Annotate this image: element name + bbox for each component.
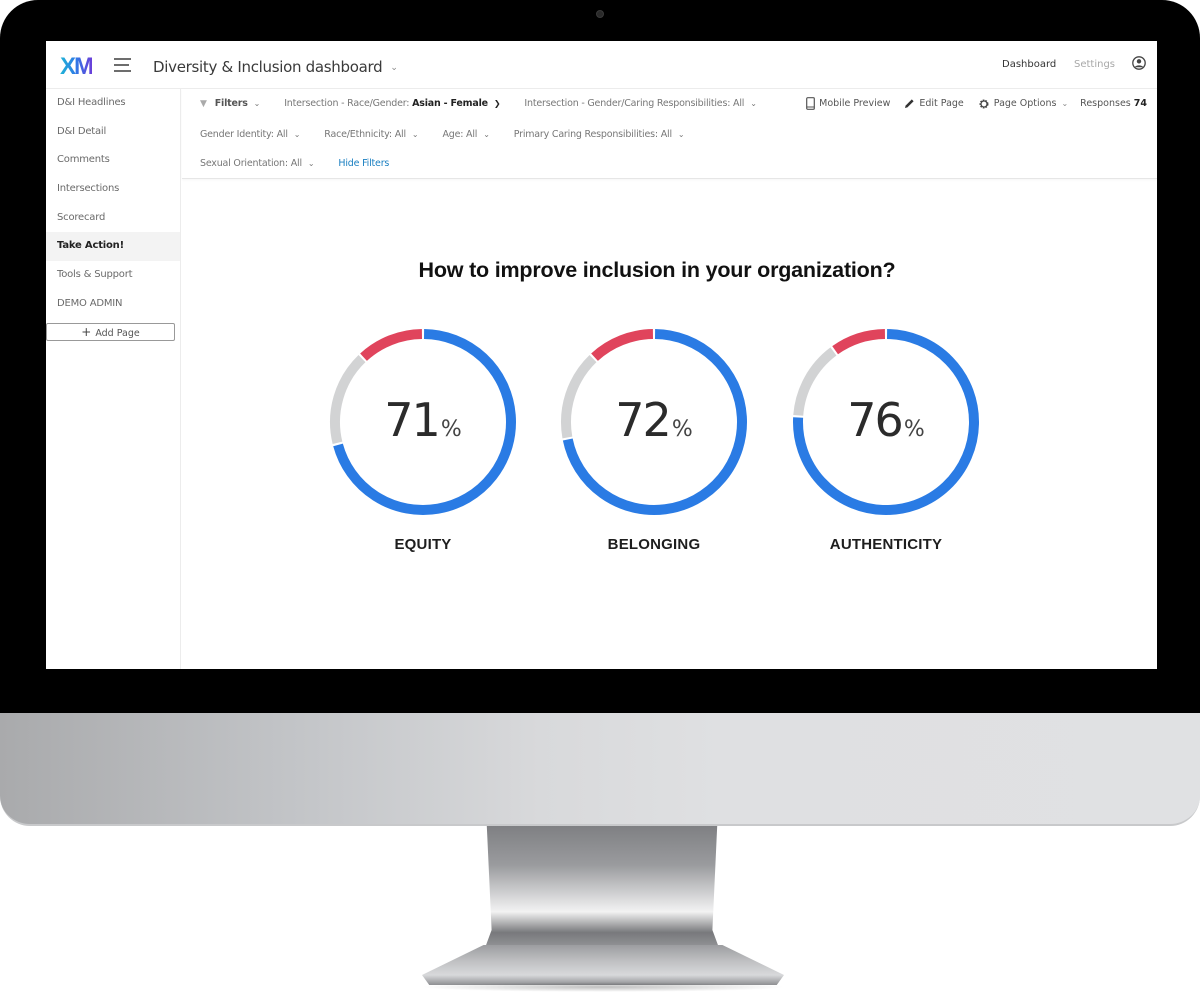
filter-value: Asian - Female — [412, 98, 488, 109]
chevron-down-icon: ⌄ — [253, 99, 261, 108]
filter-primary-caring[interactable]: Primary Caring Responsibilities: All ⌄ — [514, 129, 685, 140]
sidebar-item[interactable]: D&I Headlines — [46, 89, 180, 118]
monitor-chin — [0, 713, 1200, 826]
stand-shadow — [420, 982, 786, 992]
pencil-icon — [905, 99, 914, 108]
hide-filters-link[interactable]: Hide Filters — [338, 158, 389, 169]
filter-sexual-orientation[interactable]: Sexual Orientation: All ⌄ — [200, 158, 315, 169]
filter-value: All — [733, 98, 745, 109]
filter-value: All — [276, 129, 288, 140]
sidebar-item[interactable]: DEMO ADMIN — [46, 290, 180, 319]
mobile-preview-button[interactable]: Mobile Preview — [806, 97, 890, 110]
menu-icon[interactable] — [114, 58, 131, 72]
gauge-value: 71% — [328, 393, 518, 447]
chevron-down-icon: ⌄ — [307, 159, 315, 168]
donut-gauge-equity[interactable]: 71% EQUITY — [328, 327, 518, 553]
filter-label: Age: — [442, 129, 464, 140]
page-headline: How to improve inclusion in your organiz… — [418, 258, 896, 282]
monitor-foot — [422, 945, 784, 985]
sidebar-item[interactable]: Intersections — [46, 175, 180, 204]
donut-segment-unfavorable[interactable] — [591, 329, 654, 361]
filter-label: Race/Ethnicity: — [324, 129, 392, 140]
nav-dashboard[interactable]: Dashboard — [1002, 59, 1056, 70]
page-options-label: Page Options — [993, 98, 1057, 109]
add-page-label: Add Page — [95, 327, 140, 339]
sidebar-item[interactable]: D&I Detail — [46, 118, 180, 147]
plus-icon: + — [81, 324, 92, 339]
user-account-icon[interactable] — [1132, 56, 1146, 70]
gear-icon — [979, 99, 989, 108]
filter-value: All — [394, 129, 406, 140]
app-screen: XM Diversity & Inclusion dashboard ⌄ Dash… — [46, 41, 1157, 669]
donut-segment-unfavorable[interactable] — [832, 329, 886, 355]
gauge-label: AUTHENTICITY — [829, 536, 943, 553]
donut-gauge-belonging[interactable]: 72% BELONGING — [559, 327, 749, 553]
responses-count: Responses 74 — [1080, 98, 1147, 109]
top-bar: XM Diversity & Inclusion dashboard ⌄ Dash… — [46, 41, 1157, 89]
sidebar-list: D&I Headlines D&I Detail Comments Intersect… — [46, 89, 180, 319]
percent-sign: % — [671, 417, 693, 442]
gauge-label: EQUITY — [394, 536, 452, 553]
filter-value: All — [660, 129, 672, 140]
gauge-number: 76 — [847, 393, 904, 447]
sidebar-item[interactable]: Take Action! — [46, 232, 180, 262]
filter-value: All — [290, 158, 302, 169]
funnel-icon: ▼ — [200, 99, 207, 109]
mobile-phone-icon — [806, 97, 816, 110]
filter-row-3: Sexual Orientation: All ⌄ Hide Filters — [200, 158, 413, 169]
donut-segment-unfavorable[interactable] — [360, 329, 423, 361]
sidebar: D&I Headlines D&I Detail Comments Intersect… — [46, 89, 181, 669]
filters-toggle[interactable]: ▼ Filters ⌄ — [200, 98, 260, 109]
responses-value: 74 — [1133, 98, 1147, 109]
dashboard-selector[interactable]: Diversity & Inclusion dashboard ⌄ — [153, 58, 398, 76]
sidebar-item[interactable]: Tools & Support — [46, 261, 180, 290]
filter-label: Sexual Orientation: — [200, 158, 288, 169]
filter-label: Intersection - Race/Gender: — [284, 98, 410, 109]
percent-sign: % — [440, 417, 462, 442]
add-page-button[interactable]: + Add Page — [46, 322, 175, 341]
filter-row-2: Gender Identity: All ⌄ Race/Ethnicity: Al… — [200, 129, 708, 140]
filters-label: Filters — [214, 98, 248, 109]
chevron-down-icon: ⌄ — [750, 99, 757, 108]
sidebar-item[interactable]: Scorecard — [46, 204, 180, 233]
chevron-down-icon: ⌄ — [483, 130, 490, 139]
gauge-number: 71 — [384, 393, 441, 447]
filter-label: Gender Identity: — [200, 129, 274, 140]
page-options-button[interactable]: Page Options ⌄ — [978, 98, 1068, 110]
percent-sign: % — [903, 417, 925, 442]
camera-icon — [596, 10, 604, 18]
chevron-down-icon: ⌄ — [677, 130, 685, 139]
monitor-stand — [482, 826, 722, 956]
gauge-value: 72% — [559, 393, 749, 447]
filter-row-1: ▼ Filters ⌄ Intersection - Race/Gender: As… — [200, 98, 781, 109]
filter-label: Intersection - Gender/Caring Responsibil… — [524, 98, 731, 109]
main-content: How to improve inclusion in your organiz… — [182, 180, 1157, 669]
filter-gender-identity[interactable]: Gender Identity: All ⌄ — [200, 129, 300, 140]
nav-settings[interactable]: Settings — [1074, 59, 1115, 70]
page-actions: Mobile Preview Edit Page Page Options ⌄ R… — [792, 97, 1147, 110]
gauge-label: BELONGING — [607, 536, 701, 553]
chevron-down-icon: ⌄ — [411, 130, 419, 139]
chevron-down-icon: ⌄ — [390, 63, 398, 73]
filter-label: Primary Caring Responsibilities: — [513, 129, 658, 140]
gauge-value: 76% — [791, 393, 981, 447]
chevron-down-icon: ⌄ — [1061, 99, 1069, 108]
chevron-down-icon: ❯ — [493, 99, 501, 108]
gauge-number: 72 — [615, 393, 672, 447]
filter-value: All — [466, 129, 478, 140]
xm-logo[interactable]: XM — [60, 53, 94, 81]
edit-page-button[interactable]: Edit Page — [904, 98, 964, 109]
donut-gauge-authenticity[interactable]: 76% AUTHENTICITY — [791, 327, 981, 553]
filter-gender-caring[interactable]: Intersection - Gender/Caring Responsibil… — [524, 98, 757, 109]
filter-bar: ▼ Filters ⌄ Intersection - Race/Gender: As… — [182, 89, 1157, 179]
responses-label: Responses — [1080, 98, 1131, 109]
filter-race-ethnicity[interactable]: Race/Ethnicity: All ⌄ — [324, 129, 418, 140]
dashboard-title: Diversity & Inclusion dashboard — [153, 58, 383, 76]
filter-race-gender[interactable]: Intersection - Race/Gender: Asian - Fema… — [284, 98, 500, 109]
filter-age[interactable]: Age: All ⌄ — [442, 129, 489, 140]
chevron-down-icon: ⌄ — [293, 130, 301, 139]
sidebar-item[interactable]: Comments — [46, 146, 180, 175]
edit-page-label: Edit Page — [919, 98, 964, 109]
mobile-preview-label: Mobile Preview — [819, 98, 891, 109]
